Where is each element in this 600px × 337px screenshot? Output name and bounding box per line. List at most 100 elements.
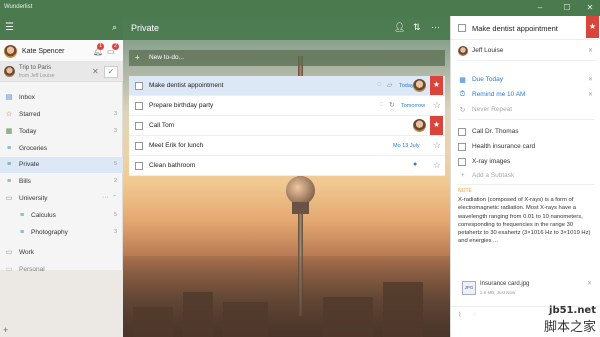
alarm-icon: ⏰︎	[459, 91, 466, 98]
minimize-icon[interactable]: –	[531, 2, 549, 14]
note-text[interactable]: X-radiation (composed of X-rays) is a fo…	[458, 196, 594, 246]
conversations-badge: 2	[112, 43, 119, 50]
due-date: Due Today	[472, 76, 503, 83]
sidebar-header: ☰ ⌕	[0, 16, 123, 40]
comment-icon: ●	[413, 161, 418, 168]
subtask-item[interactable]: Call Dr. Thomas	[451, 124, 600, 140]
calendar-icon: ▦	[459, 77, 466, 84]
list-item[interactable]: Prepare birthday party ◌ ↻ Tomorrow ☆	[129, 96, 445, 116]
task-detail-panel: Make dentist appointment ★ Jeff Louise ✕…	[450, 16, 600, 337]
sidebar-item-groceries[interactable]: ≡ Groceries	[0, 141, 123, 157]
background-tower-base	[292, 202, 309, 214]
task-list: Make dentist appointment ◌ ▱ Today ★ Pre…	[129, 76, 445, 176]
remove-icon[interactable]: ✕	[588, 76, 593, 83]
task-checkbox[interactable]	[135, 142, 143, 150]
close-icon[interactable]: ✕	[581, 2, 599, 14]
add-list-icon[interactable]: +	[3, 325, 8, 335]
assignee-row[interactable]: Jeff Louise ✕	[451, 43, 600, 59]
file-name: Insurance card.jpg	[480, 281, 530, 287]
task-checkbox[interactable]	[135, 162, 143, 170]
sidebar-folder-work[interactable]: ▭ Work	[0, 245, 123, 261]
task-checkbox[interactable]	[458, 24, 466, 32]
add-subtask: Add a Subtask	[472, 172, 515, 179]
subtask-checkbox[interactable]	[458, 143, 466, 151]
task-title: Make dentist appointment	[149, 82, 224, 89]
subtask-checkbox[interactable]	[458, 128, 466, 136]
share-user-icon[interactable]: 👤︎	[394, 22, 405, 33]
add-subtask-row[interactable]: + Add a Subtask	[451, 168, 600, 184]
sidebar-item-inbox[interactable]: ▤ Inbox	[0, 90, 123, 106]
sidebar-folder-personal[interactable]: ▭ Personal	[0, 262, 123, 278]
task-checkbox[interactable]	[135, 102, 143, 110]
task-checkbox[interactable]	[135, 82, 143, 90]
task-title: Call Tom	[149, 122, 175, 129]
subtask-checkbox[interactable]	[458, 158, 466, 166]
star-icon[interactable]: ★	[430, 76, 443, 95]
list-item[interactable]: Call Tom ★	[129, 116, 445, 136]
sidebar-bottom: ▭ Personal +	[0, 266, 123, 337]
comment-icon[interactable]: ◌	[473, 312, 477, 318]
chevron-up-icon[interactable]: ⌃	[112, 195, 117, 201]
task-checkbox[interactable]	[135, 122, 143, 130]
avatar	[458, 46, 468, 56]
sidebar-item-photography[interactable]: ≡ Photography 3	[0, 225, 123, 241]
user-bar[interactable]: Kate Spencer 🔔︎ 1 ▭ 2	[0, 40, 123, 62]
avatar[interactable]	[4, 45, 17, 58]
task-due: Mo 13 July	[393, 143, 420, 149]
folder-icon: ▭	[5, 195, 13, 202]
star-icon[interactable]: ☆	[433, 100, 441, 111]
list-item[interactable]: Make dentist appointment ◌ ▱ Today ★	[129, 76, 445, 96]
accept-button[interactable]: ✓	[104, 66, 118, 78]
sidebar-item-private[interactable]: ≡ Private 5	[0, 157, 123, 173]
note-icon: ▱	[387, 82, 393, 89]
star-icon[interactable]: ☆	[433, 160, 441, 171]
remove-icon[interactable]: ✕	[587, 280, 592, 287]
note-label: NOTE	[458, 188, 472, 194]
subtask-item[interactable]: Health insurance card	[451, 139, 600, 155]
sidebar-item-today[interactable]: ▦ Today 3	[0, 124, 123, 140]
more-icon[interactable]: ···	[102, 194, 109, 201]
list-item[interactable]: Meet Erik for lunch Mo 13 July ☆	[129, 136, 445, 156]
sidebar-item-bills[interactable]: ≡ Bills 2	[0, 174, 123, 190]
remove-icon[interactable]: ✕	[588, 47, 593, 54]
menu-icon[interactable]: ☰	[5, 23, 14, 33]
add-todo-input[interactable]: + New to-do...	[129, 50, 445, 66]
watermark: jb51.net 脚本之家	[543, 305, 596, 335]
task-title: Meet Erik for lunch	[149, 142, 204, 149]
list-icon: ≡	[6, 145, 12, 152]
notifications-badge: 1	[97, 43, 104, 50]
background-tower-sphere	[286, 176, 315, 205]
list-icon: ≡	[6, 178, 12, 185]
attachment[interactable]: JPG Insurance card.jpg 2.6 MB, Just Now …	[458, 278, 594, 300]
remove-icon[interactable]: ✕	[588, 91, 593, 98]
list-header: Private 👤︎ ⇅ ⋯	[123, 16, 450, 40]
due-date-row[interactable]: ▦ Due Today ✕	[451, 72, 600, 88]
page-title: Private	[131, 23, 160, 33]
decline-icon[interactable]: ✕	[92, 67, 99, 76]
star-icon[interactable]: ☆	[433, 140, 441, 151]
sidebar-item-starred[interactable]: ☆ Starred 3	[0, 107, 123, 123]
title-bar: Wunderlist – ☐ ✕	[0, 0, 600, 16]
sort-icon[interactable]: ⇅	[413, 22, 421, 33]
repeat-row[interactable]: ↻ Never Repeat	[451, 102, 600, 118]
detail-title[interactable]: Make dentist appointment	[472, 24, 558, 33]
share-title: Trip to Paris	[19, 65, 52, 71]
maximize-icon[interactable]: ☐	[558, 2, 576, 14]
task-title: Clean bathroom	[149, 162, 196, 169]
paperclip-icon[interactable]: ⌇	[458, 311, 461, 319]
list-icon: ≡	[19, 212, 25, 219]
more-icon[interactable]: ⋯	[431, 22, 440, 33]
search-icon[interactable]: ⌕	[112, 22, 117, 33]
reminder-row[interactable]: ⏰︎ Remind me 10 AM ✕	[451, 87, 600, 103]
task-title: Prepare birthday party	[149, 102, 214, 109]
share-from: from Jeff Louise	[19, 73, 55, 79]
star-icon[interactable]: ★	[586, 16, 599, 38]
sidebar-folder-university[interactable]: ▭ University ··· ⌃	[0, 191, 123, 207]
repeat-icon: ↻	[389, 102, 395, 109]
file-type-icon: JPG	[462, 281, 476, 295]
star-icon[interactable]: ★	[430, 116, 443, 135]
calendar-icon: ▦	[5, 128, 13, 135]
background-city	[123, 256, 450, 337]
sidebar-item-calculus[interactable]: ≡ Calculus 5	[0, 208, 123, 224]
list-item[interactable]: Clean bathroom ● ☆	[129, 156, 445, 176]
